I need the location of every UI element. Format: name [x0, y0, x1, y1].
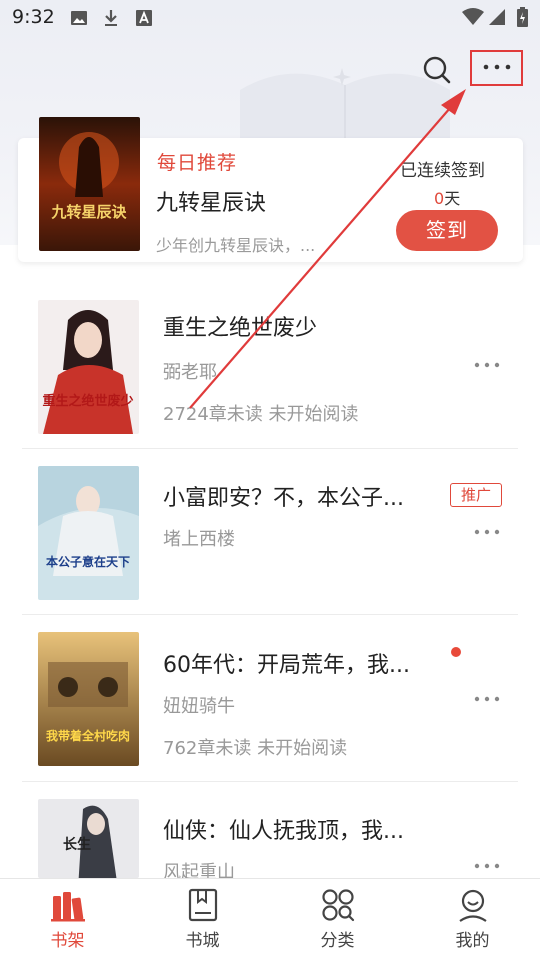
bottom-nav: 书架 书城 分类 我的: [0, 878, 540, 960]
book-cover-text: 我带着全村吃肉: [46, 728, 130, 743]
book-cover[interactable]: 本公子意在天下: [38, 466, 139, 600]
sign-in-days-unit: 天: [444, 189, 461, 208]
promo-badge: 推广: [450, 483, 502, 507]
book-author: 弼老耶: [163, 362, 217, 383]
image-icon: [71, 11, 87, 25]
daily-cover-title: 九转星辰诀: [50, 203, 127, 221]
book-cover[interactable]: 重生之绝世废少: [38, 300, 139, 434]
daily-book-desc: 少年创九转星辰诀，...: [156, 236, 316, 255]
more-options-icon[interactable]: [472, 858, 504, 874]
daily-book-title[interactable]: 九转星辰诀: [156, 185, 266, 217]
daily-book-cover[interactable]: 九转星辰诀: [39, 117, 140, 251]
sign-in-label: 已连续签到: [400, 161, 485, 181]
more-options-icon[interactable]: [472, 691, 504, 707]
nav-category[interactable]: 分类: [270, 879, 405, 960]
nav-bookshelf[interactable]: 书架: [0, 879, 135, 960]
book-title[interactable]: 仙侠：仙人抚我顶，我...: [163, 813, 404, 845]
nav-profile[interactable]: 我的: [405, 879, 540, 960]
book-author: 堵上西楼: [163, 529, 235, 550]
bookshelf-icon: [50, 892, 85, 922]
a-box-icon: [136, 10, 152, 26]
more-options-icon[interactable]: [472, 357, 504, 373]
profile-icon: [458, 889, 487, 922]
annotation-box: [470, 50, 523, 86]
divider: [22, 614, 518, 615]
nav-label: 书城: [185, 931, 220, 951]
search-icon[interactable]: [422, 55, 452, 85]
battery-icon: [517, 7, 528, 27]
book-author: 妞妞骑牛: [163, 696, 235, 717]
sign-in-days-count: 0: [434, 189, 445, 208]
daily-label: 每日推荐: [157, 152, 238, 174]
category-icon: [321, 889, 354, 922]
nav-label: 书架: [50, 931, 85, 951]
bookstore-icon: [188, 888, 217, 922]
book-cover[interactable]: 长生: [38, 799, 139, 878]
sign-in-button[interactable]: 签到: [396, 210, 498, 251]
nav-label: 我的: [455, 931, 490, 951]
book-cover-text: 本公子意在天下: [46, 554, 130, 569]
book-title[interactable]: 60年代：开局荒年，我...: [163, 647, 410, 679]
book-cover[interactable]: 我带着全村吃肉: [38, 632, 139, 766]
book-progress: 762章未读 未开始阅读: [163, 738, 348, 759]
book-cover-text: 重生之绝世废少: [42, 393, 133, 409]
signal-icon: [489, 9, 505, 25]
book-progress: 2724章未读 未开始阅读: [163, 404, 359, 425]
book-author: 风起重山: [163, 862, 235, 878]
status-time: 9:32: [12, 6, 55, 28]
wifi-icon: [462, 8, 484, 25]
book-title[interactable]: 小富即安？不，本公子...: [163, 480, 404, 512]
more-options-icon[interactable]: [472, 524, 504, 540]
book-title[interactable]: 重生之绝世废少: [163, 310, 317, 342]
nav-bookstore[interactable]: 书城: [135, 879, 270, 960]
book-cover-text: 长生: [63, 836, 91, 853]
download-icon: [105, 10, 117, 26]
status-bar: 9:32: [0, 0, 540, 36]
nav-label: 分类: [320, 931, 355, 951]
update-dot: [451, 647, 461, 657]
sign-in-days: 0天: [434, 185, 460, 209]
